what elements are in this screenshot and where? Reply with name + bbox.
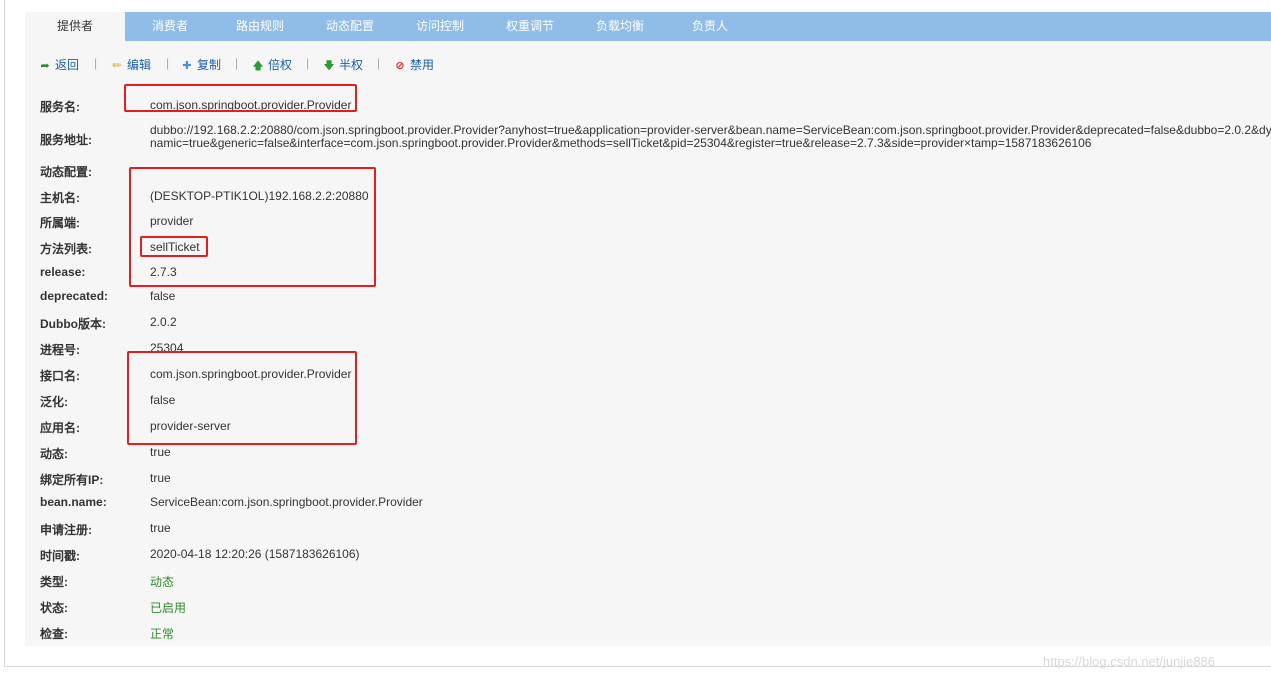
field-label: Dubbo版本: [40, 317, 106, 331]
dubbo-version-value: 2.0.2 [150, 315, 177, 329]
tab-access-control[interactable]: 访问控制 [405, 12, 475, 41]
dynamic-value: true [150, 445, 171, 459]
field-label: 服务地址: [40, 133, 92, 147]
field-label: 绑定所有IP: [40, 473, 104, 487]
plus-icon: ✚ [182, 60, 192, 72]
toolbar-separator: | [166, 56, 170, 70]
register-value: true [150, 521, 171, 535]
disable-label: 禁用 [410, 58, 435, 72]
field-label: 申请注册: [40, 523, 92, 537]
tab-routing-rules[interactable]: 路由规则 [225, 12, 295, 41]
field-label: 检查: [40, 627, 68, 641]
deprecated-value: false [150, 289, 176, 303]
field-label: 动态配置: [40, 165, 92, 179]
copy-label: 复制 [197, 58, 222, 72]
toolbar-separator: | [377, 56, 381, 70]
field-label: 进程号: [40, 343, 80, 357]
double-weight-link[interactable]: 🡅 倍权 [252, 56, 292, 76]
field-label: 状态: [40, 601, 68, 615]
arrow-down-icon: 🡇 [323, 60, 335, 72]
field-label: 接口名: [40, 369, 80, 383]
anyhost-value: true [150, 471, 171, 485]
field-label: release: [40, 265, 86, 279]
half-weight-link[interactable]: 🡇 半权 [323, 56, 363, 76]
toolbar-separator: | [306, 56, 310, 70]
check-value: 正常 [150, 627, 175, 641]
highlight-box-service-name [124, 84, 357, 112]
type-value: 动态 [150, 575, 175, 589]
field-label: 应用名: [40, 421, 80, 435]
copy-link[interactable]: ✚ 复制 [181, 56, 221, 73]
back-label: 返回 [55, 58, 80, 72]
half-weight-label: 半权 [339, 58, 364, 72]
field-label: 所属端: [40, 216, 80, 230]
tab-dynamic-config[interactable]: 动态配置 [315, 12, 385, 41]
field-row-service-url: 服务地址: dubbo://192.168.2.2:20880/com.json… [40, 124, 1271, 154]
tab-providers[interactable]: 提供者 [25, 12, 125, 41]
field-label: 时间戳: [40, 549, 80, 563]
timestamp-value: 2020-04-18 12:20:26 (1587183626106) [150, 547, 360, 561]
tab-consumers[interactable]: 消费者 [135, 12, 205, 41]
field-label: 主机名: [40, 191, 80, 205]
status-value: 已启用 [150, 601, 187, 615]
service-url-value: dubbo://192.168.2.2:20880/com.json.sprin… [150, 124, 1271, 150]
field-label: 类型: [40, 575, 68, 589]
field-label: 泛化: [40, 395, 68, 409]
toolbar-separator: | [235, 56, 239, 70]
arrow-up-icon: 🡅 [252, 60, 264, 72]
watermark: https://blog.csdn.net/junjie886 [1043, 654, 1216, 669]
tab-weight-adjust[interactable]: 权重调节 [495, 12, 565, 41]
disable-link[interactable]: ⊘ 禁用 [394, 56, 434, 73]
field-label: 服务名: [40, 100, 80, 114]
field-label: 动态: [40, 447, 68, 461]
pencil-icon: ✏ [112, 60, 122, 72]
tab-load-balance[interactable]: 负载均衡 [585, 12, 655, 41]
highlight-box-interface-info [127, 351, 357, 445]
back-link[interactable]: ➦ 返回 [39, 56, 79, 73]
toolbar-separator: | [94, 56, 98, 70]
tab-bar: 提供者 消费者 路由规则 动态配置 访问控制 权重调节 负载均衡 负责人 [25, 12, 1271, 41]
forbidden-icon: ⊘ [395, 60, 405, 72]
bean-name-value: ServiceBean:com.json.springboot.provider… [150, 495, 423, 509]
highlight-box-host-info [129, 167, 376, 287]
back-arrow-icon: ➦ [40, 60, 50, 72]
field-label: 方法列表: [40, 242, 92, 256]
highlight-box-method [140, 236, 208, 257]
field-label: deprecated: [40, 289, 109, 303]
edit-link[interactable]: ✏ 编辑 [111, 56, 151, 73]
edit-label: 编辑 [127, 58, 152, 72]
tab-owner[interactable]: 负责人 [675, 12, 745, 41]
field-label: bean.name: [40, 495, 107, 509]
double-weight-label: 倍权 [268, 58, 293, 72]
